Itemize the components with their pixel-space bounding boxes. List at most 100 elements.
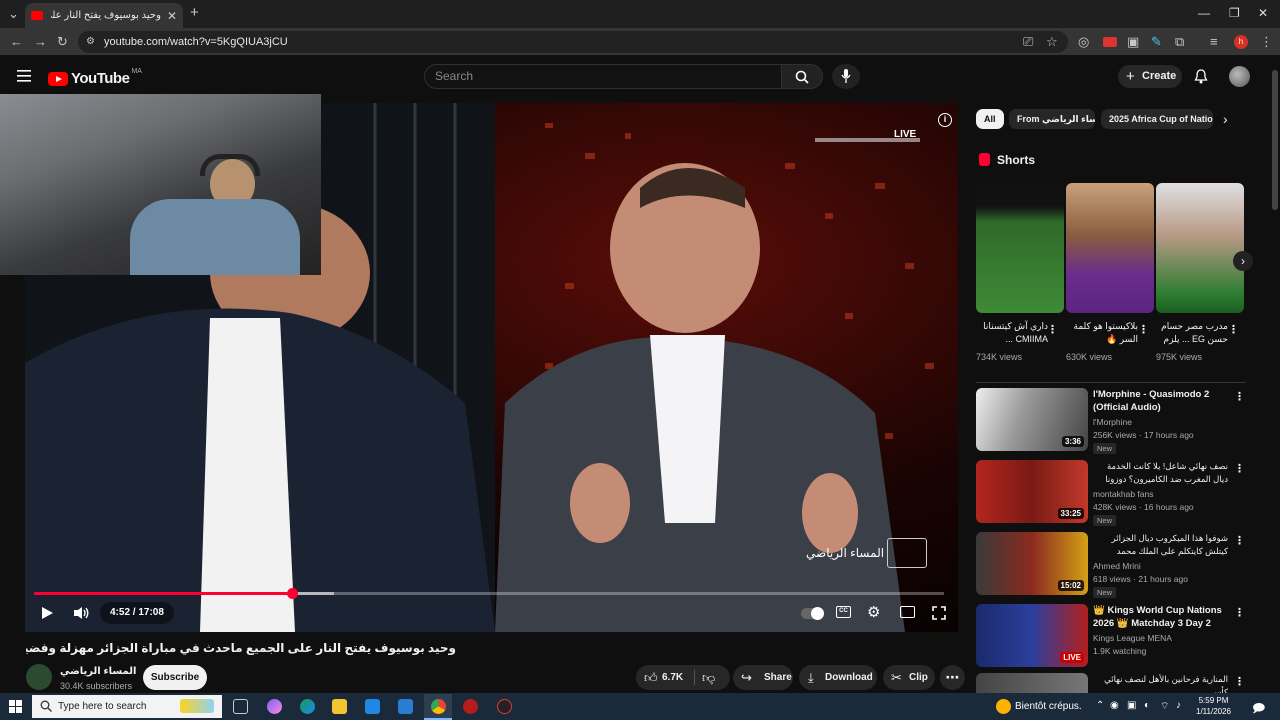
short-title-1[interactable]: داري آش كيتسنانا CMIIMA ... bbox=[976, 320, 1048, 346]
short-menu-icon-2[interactable]: ⋮ bbox=[1138, 323, 1149, 336]
close-window-icon[interactable]: ✕ bbox=[1258, 6, 1268, 20]
task-view-icon[interactable] bbox=[233, 699, 248, 714]
extensions-puzzle-icon[interactable]: ⧉ bbox=[1175, 35, 1184, 49]
rec-channel-3[interactable]: Ahmed Mrini bbox=[1093, 561, 1141, 571]
chip-from-channel[interactable]: From المساء الرياضي bbox=[1009, 109, 1095, 129]
chips-next-icon[interactable]: › bbox=[1223, 111, 1228, 127]
chip-africa-cup[interactable]: 2025 Africa Cup of Natio bbox=[1101, 109, 1213, 129]
app-red-icon[interactable] bbox=[463, 699, 478, 714]
play-icon[interactable] bbox=[41, 606, 54, 620]
reading-list-icon[interactable]: ≡ bbox=[1210, 35, 1218, 49]
voice-search-button[interactable] bbox=[832, 64, 860, 89]
rec-channel-4[interactable]: Kings League MENA bbox=[1093, 633, 1172, 643]
extension-3-icon[interactable]: ▣ bbox=[1127, 35, 1139, 49]
clip-button[interactable]: ✂ Clip bbox=[883, 665, 935, 690]
adblock-icon[interactable] bbox=[1103, 37, 1117, 47]
back-icon[interactable]: ← bbox=[10, 35, 23, 49]
search-input[interactable]: Search bbox=[424, 64, 782, 89]
copilot-icon[interactable] bbox=[267, 699, 282, 714]
reload-icon[interactable]: ↻ bbox=[57, 35, 68, 49]
short-thumbnail-3[interactable] bbox=[1156, 183, 1244, 313]
notifications-bell-icon[interactable] bbox=[1194, 69, 1208, 84]
rec-title-3[interactable]: شوفوا هذا الميكروب ديال الجزائر كيتلش كا… bbox=[1093, 532, 1228, 559]
windows-start-icon[interactable] bbox=[9, 700, 22, 713]
omnibox[interactable]: ⚙ youtube.com/watch?v=5KgQIUA3jCU ⎚ ☆ bbox=[78, 31, 1068, 53]
minimize-icon[interactable]: — bbox=[1198, 6, 1210, 20]
account-avatar[interactable] bbox=[1229, 66, 1250, 87]
cast-icon[interactable]: ⎚ bbox=[1023, 35, 1033, 49]
share-button[interactable]: ↪ Share bbox=[733, 665, 793, 690]
autoplay-toggle[interactable] bbox=[801, 607, 824, 620]
short-thumbnail-1[interactable] bbox=[976, 183, 1064, 313]
bookmark-star-icon[interactable]: ☆ bbox=[1046, 35, 1058, 49]
weather-text[interactable]: Bientôt crépus. bbox=[1015, 701, 1082, 712]
channel-avatar[interactable] bbox=[26, 664, 52, 690]
taskbar-clock[interactable]: 5:59 PM 1/11/2026 bbox=[1196, 695, 1231, 717]
rec-thumbnail-5[interactable] bbox=[976, 673, 1088, 693]
rec-channel-2[interactable]: montakhab fans bbox=[1093, 489, 1153, 499]
search-highlight-icon[interactable] bbox=[180, 699, 214, 713]
page-scrollbar[interactable] bbox=[1272, 70, 1278, 210]
site-info-icon[interactable]: ⚙ bbox=[86, 35, 95, 49]
tray-wifi-icon[interactable]: ⌔ bbox=[1160, 700, 1169, 713]
info-icon[interactable]: i bbox=[938, 113, 952, 127]
rec-thumbnail-3[interactable]: 15:02 bbox=[976, 532, 1088, 595]
download-button[interactable]: ⤓ Download bbox=[799, 665, 877, 690]
rec-title-5[interactable]: المنارية فرحانين بالأهل لنصف نهائي كأس bbox=[1093, 673, 1228, 693]
rec-thumbnail-4[interactable]: LIVE bbox=[976, 604, 1088, 667]
tray-up-icon[interactable]: ⌃ bbox=[1096, 700, 1104, 711]
chrome-icon[interactable] bbox=[431, 699, 446, 714]
rec-channel-1[interactable]: l'Morphine bbox=[1093, 417, 1132, 427]
rec-menu-icon-4[interactable]: ⋮ bbox=[1234, 606, 1245, 619]
dislike-icon[interactable]: 👎︎ bbox=[702, 665, 715, 690]
like-count[interactable]: 6.7K bbox=[662, 665, 683, 690]
rec-menu-icon-3[interactable]: ⋮ bbox=[1234, 534, 1245, 547]
recommended-video-2[interactable]: 33:25 نصف نهائي شاعل! يلا كانت الخدمة دي… bbox=[976, 460, 1246, 526]
edge-icon[interactable] bbox=[300, 699, 315, 714]
recommended-video-3[interactable]: 15:02 شوفوا هذا الميكروب ديال الجزائر كي… bbox=[976, 532, 1246, 598]
rec-title-1[interactable]: l'Morphine - Quasimodo 2 (Official Audio… bbox=[1093, 388, 1228, 414]
miniplayer-icon[interactable] bbox=[900, 606, 915, 618]
tray-app2-icon[interactable]: ◐ bbox=[1144, 700, 1150, 711]
rec-title-2[interactable]: نصف نهائي شاعل! يلا كانت الخدمة ديال الم… bbox=[1093, 460, 1228, 487]
shorts-next-button[interactable]: › bbox=[1233, 251, 1253, 271]
hamburger-menu-icon[interactable] bbox=[17, 70, 31, 82]
profile-avatar-icon[interactable]: h bbox=[1234, 35, 1248, 49]
forward-icon[interactable]: → bbox=[34, 35, 47, 49]
mail-icon[interactable] bbox=[398, 699, 413, 714]
file-explorer-icon[interactable] bbox=[332, 699, 347, 714]
store-icon[interactable] bbox=[365, 699, 380, 714]
chip-all[interactable]: All bbox=[976, 109, 1004, 129]
rec-title-4[interactable]: 👑 Kings World Cup Nations 2026 👑 Matchda… bbox=[1093, 604, 1228, 630]
short-title-3[interactable]: مدرب مصر حسام حسن EG ... يلزم bbox=[1156, 320, 1228, 346]
captions-icon[interactable]: CC bbox=[836, 606, 851, 618]
subscribe-button[interactable]: Subscribe bbox=[143, 665, 207, 690]
tray-volume-icon[interactable]: ♪ bbox=[1176, 700, 1181, 711]
create-button[interactable]: + Create bbox=[1118, 65, 1182, 88]
rec-menu-icon-2[interactable]: ⋮ bbox=[1234, 462, 1245, 475]
extension-4-icon[interactable]: ✎ bbox=[1151, 35, 1162, 49]
search-button[interactable] bbox=[781, 64, 823, 89]
notification-center-icon[interactable]: 🗩 bbox=[1252, 699, 1265, 720]
channel-name[interactable]: المساء الرياضي bbox=[60, 666, 136, 677]
tray-network-icon[interactable]: ◉ bbox=[1110, 700, 1119, 711]
new-tab-icon[interactable]: + bbox=[190, 5, 199, 20]
rec-menu-icon-5[interactable]: ⋮ bbox=[1234, 675, 1245, 688]
close-tab-icon[interactable]: ✕ bbox=[167, 9, 177, 23]
youtube-logo[interactable]: YouTube MA bbox=[48, 68, 142, 87]
volume-icon[interactable] bbox=[73, 606, 90, 620]
rec-thumbnail-2[interactable]: 33:25 bbox=[976, 460, 1088, 523]
tab-search-icon[interactable]: ⌄ bbox=[8, 7, 19, 21]
recommended-video-1[interactable]: 3:36 l'Morphine - Quasimodo 2 (Official … bbox=[976, 388, 1246, 454]
settings-gear-icon[interactable]: ⚙ bbox=[867, 603, 880, 621]
recommended-video-5[interactable]: المنارية فرحانين بالأهل لنصف نهائي كأس ⋮ bbox=[976, 673, 1246, 693]
short-menu-icon-1[interactable]: ⋮ bbox=[1047, 323, 1058, 336]
like-icon[interactable]: 👍︎ bbox=[644, 665, 658, 690]
short-title-2[interactable]: بلاكيستوا هو كلمة السر 🔥 bbox=[1066, 320, 1138, 346]
recommended-video-4[interactable]: LIVE 👑 Kings World Cup Nations 2026 👑 Ma… bbox=[976, 604, 1246, 667]
rec-menu-icon-1[interactable]: ⋮ bbox=[1234, 390, 1245, 403]
extension-1-icon[interactable]: ◎ bbox=[1078, 35, 1089, 49]
short-menu-icon-3[interactable]: ⋮ bbox=[1228, 323, 1239, 336]
restore-icon[interactable]: ❐ bbox=[1229, 6, 1240, 20]
short-thumbnail-2[interactable] bbox=[1066, 183, 1154, 313]
